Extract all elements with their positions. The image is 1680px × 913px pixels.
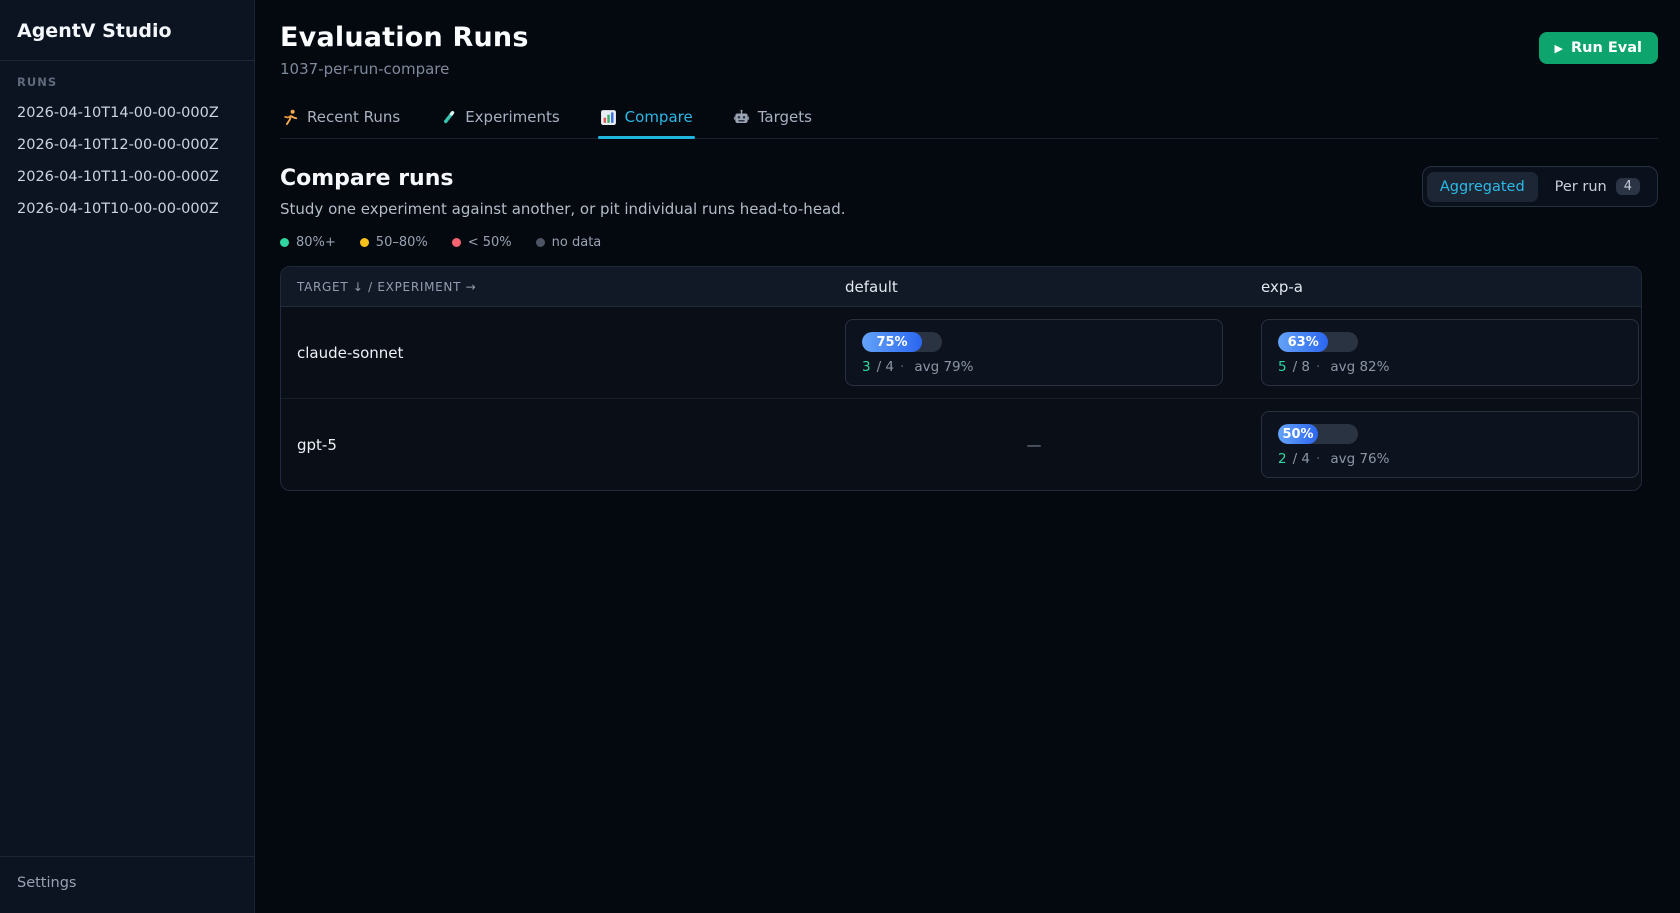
experiment-column-header: default bbox=[845, 278, 1261, 296]
runner-icon bbox=[282, 109, 299, 126]
tab-recent-runs[interactable]: Recent Runs bbox=[280, 99, 402, 138]
page-header: Evaluation Runs 1037-per-run-compare ▶ R… bbox=[280, 22, 1658, 78]
score-bar: 50% bbox=[1278, 424, 1358, 444]
green-dot-icon bbox=[280, 238, 289, 247]
runs-nav: RUNS 2026-04-10T14-00-00-000Z 2026-04-10… bbox=[0, 61, 254, 856]
settings-link[interactable]: Settings bbox=[17, 875, 76, 891]
legend-item-high: 80%+ bbox=[280, 235, 336, 250]
app-title: AgentV Studio bbox=[0, 0, 254, 61]
compare-matrix-table: TARGET ↓ / EXPERIMENT → default exp-a cl… bbox=[280, 266, 1642, 491]
tab-targets[interactable]: Targets bbox=[731, 99, 814, 138]
bar-chart-icon bbox=[600, 109, 617, 126]
sidebar-run-item[interactable]: 2026-04-10T11-00-00-000Z bbox=[0, 161, 254, 193]
target-label: gpt-5 bbox=[297, 436, 845, 454]
runs-section-label: RUNS bbox=[0, 75, 254, 97]
legend-item-nodata: no data bbox=[536, 235, 602, 250]
table-row: claude-sonnet 75% 3 / 4 · avg 79% bbox=[281, 307, 1641, 399]
page-subtitle: 1037-per-run-compare bbox=[280, 60, 529, 78]
result-cell: — bbox=[845, 436, 1261, 454]
compare-heading-block: Compare runs Study one experiment agains… bbox=[280, 166, 846, 218]
compare-section-head: Compare runs Study one experiment agains… bbox=[280, 166, 1658, 218]
no-data-cell: — bbox=[845, 436, 1223, 454]
page-title: Evaluation Runs bbox=[280, 22, 529, 53]
score-bar: 75% bbox=[862, 332, 942, 352]
play-icon: ▶ bbox=[1555, 43, 1563, 54]
table-row: gpt-5 — 50% 2 / 4 · avg 76% bbox=[281, 399, 1641, 490]
sidebar-run-item[interactable]: 2026-04-10T14-00-00-000Z bbox=[0, 97, 254, 129]
score-stats: 3 / 4 · avg 79% bbox=[862, 359, 1206, 375]
tab-label: Recent Runs bbox=[307, 108, 400, 126]
experiment-column-header: exp-a bbox=[1261, 278, 1639, 296]
score-stats: 2 / 4 · avg 76% bbox=[1278, 451, 1622, 467]
page-title-block: Evaluation Runs 1037-per-run-compare bbox=[280, 22, 529, 78]
table-header-row: TARGET ↓ / EXPERIMENT → default exp-a bbox=[281, 267, 1641, 307]
compare-heading: Compare runs bbox=[280, 166, 846, 191]
legend-item-low: < 50% bbox=[452, 235, 512, 250]
red-dot-icon bbox=[452, 238, 461, 247]
per-run-toggle-button[interactable]: Per run 4 bbox=[1542, 171, 1653, 202]
tab-compare[interactable]: Compare bbox=[598, 99, 695, 138]
per-run-count-badge: 4 bbox=[1616, 178, 1640, 195]
per-run-label: Per run bbox=[1555, 179, 1607, 195]
sidebar: AgentV Studio RUNS 2026-04-10T14-00-00-0… bbox=[0, 0, 255, 913]
run-eval-button[interactable]: ▶ Run Eval bbox=[1539, 32, 1658, 64]
score-card[interactable]: 63% 5 / 8 · avg 82% bbox=[1261, 319, 1639, 386]
tab-label: Compare bbox=[625, 108, 693, 126]
tab-label: Targets bbox=[758, 108, 812, 126]
tab-bar: Recent Runs Experiments Compare bbox=[280, 99, 1658, 139]
score-stats: 5 / 8 · avg 82% bbox=[1278, 359, 1622, 375]
score-bar: 63% bbox=[1278, 332, 1358, 352]
gray-dot-icon bbox=[536, 238, 545, 247]
corner-header: TARGET ↓ / EXPERIMENT → bbox=[297, 280, 845, 294]
legend-item-mid: 50–80% bbox=[360, 235, 428, 250]
score-card[interactable]: 75% 3 / 4 · avg 79% bbox=[845, 319, 1223, 386]
test-tube-icon bbox=[440, 109, 457, 126]
yellow-dot-icon bbox=[360, 238, 369, 247]
robot-icon bbox=[733, 109, 750, 126]
main-content: Evaluation Runs 1037-per-run-compare ▶ R… bbox=[255, 0, 1680, 913]
sidebar-footer: Settings bbox=[0, 856, 254, 913]
score-card[interactable]: 50% 2 / 4 · avg 76% bbox=[1261, 411, 1639, 478]
score-percent: 75% bbox=[876, 335, 907, 350]
tab-experiments[interactable]: Experiments bbox=[438, 99, 561, 138]
sidebar-run-item[interactable]: 2026-04-10T10-00-00-000Z bbox=[0, 193, 254, 225]
score-percent: 63% bbox=[1288, 335, 1319, 350]
view-mode-toggle: Aggregated Per run 4 bbox=[1422, 166, 1658, 207]
compare-description: Study one experiment against another, or… bbox=[280, 200, 846, 218]
result-cell: 63% 5 / 8 · avg 82% bbox=[1261, 307, 1639, 398]
result-cell: 50% 2 / 4 · avg 76% bbox=[1261, 399, 1639, 490]
score-legend: 80%+ 50–80% < 50% no data bbox=[280, 235, 1658, 250]
score-percent: 50% bbox=[1282, 427, 1313, 442]
aggregated-toggle-button[interactable]: Aggregated bbox=[1427, 172, 1538, 202]
sidebar-run-item[interactable]: 2026-04-10T12-00-00-000Z bbox=[0, 129, 254, 161]
tab-label: Experiments bbox=[465, 108, 559, 126]
target-label: claude-sonnet bbox=[297, 344, 845, 362]
run-eval-label: Run Eval bbox=[1571, 40, 1642, 56]
result-cell: 75% 3 / 4 · avg 79% bbox=[845, 307, 1261, 398]
